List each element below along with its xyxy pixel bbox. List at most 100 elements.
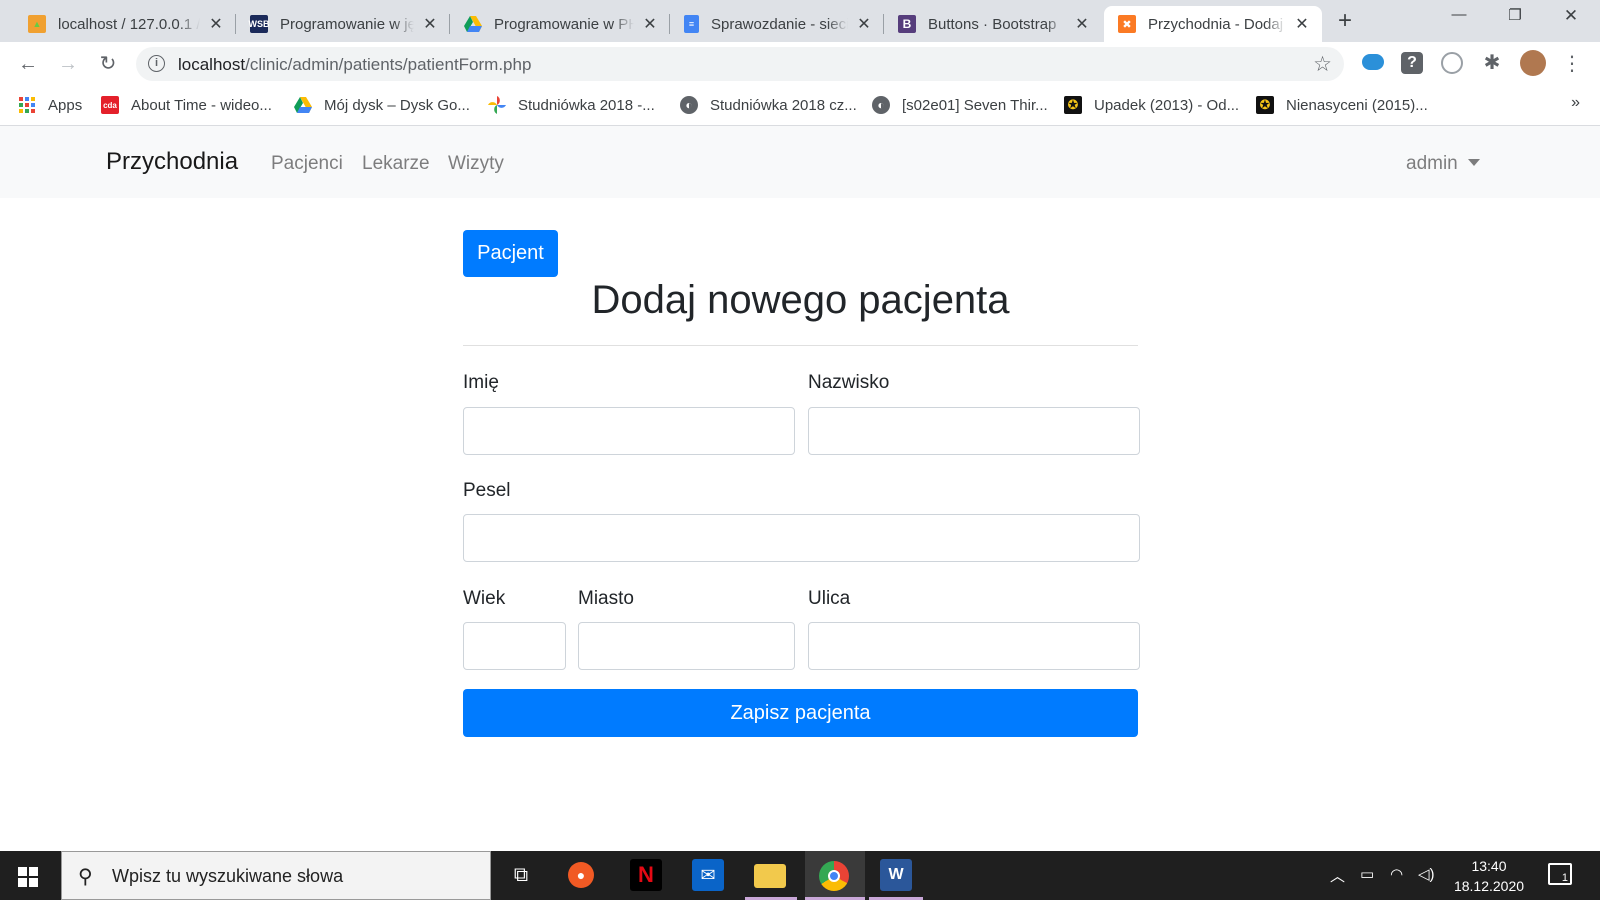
cda-icon: cda <box>101 96 119 114</box>
bookmarks-overflow-icon[interactable]: » <box>1571 94 1580 112</box>
wsb-icon: WSB <box>249 15 270 33</box>
battery-icon[interactable]: ▭ <box>1360 865 1374 883</box>
bookmark-item[interactable]: ✪ Upadek (2013) - Od... <box>1064 96 1239 114</box>
bookmark-star-icon[interactable]: ☆ <box>1313 52 1332 77</box>
imie-label: Imię <box>463 372 499 393</box>
notification-center-icon[interactable]: 1 <box>1548 863 1572 885</box>
chrome-icon[interactable] <box>819 861 849 891</box>
bookmark-label: Studniówka 2018 cz... <box>710 96 857 114</box>
window-close-icon[interactable]: ✕ <box>1556 6 1586 26</box>
bookmark-label: Upadek (2013) - Od... <box>1094 96 1240 114</box>
onedrive-icon[interactable] <box>1362 54 1384 70</box>
tab-title: Programowanie w języ <box>280 15 414 33</box>
bookmark-item[interactable]: cda About Time - wideo... <box>101 96 272 114</box>
wiek-label: Wiek <box>463 588 506 609</box>
close-icon[interactable]: ✕ <box>640 14 660 34</box>
bookmark-item[interactable]: Apps <box>18 96 82 114</box>
pesel-field[interactable] <box>463 514 1140 562</box>
task-view-icon[interactable]: ⧉ <box>505 859 537 891</box>
back-arrow-icon[interactable]: ← <box>16 52 40 76</box>
extensions-puzzle-icon[interactable]: ✱ <box>1481 52 1503 74</box>
caret-down-icon <box>1467 159 1480 166</box>
ulica-field[interactable] <box>808 622 1140 670</box>
origin-icon[interactable]: ● <box>568 862 594 888</box>
help-extension-icon[interactable]: ? <box>1401 52 1423 74</box>
bookmark-item[interactable]: ✪ Nienasyceni (2015)... <box>1256 96 1428 114</box>
user-name: admin <box>1406 153 1458 174</box>
nav-link-pacjenci[interactable]: Pacjenci <box>271 153 343 175</box>
save-patient-button[interactable]: Zapisz pacjenta <box>463 689 1138 737</box>
browser-tab-active[interactable]: ✖ Przychodnia - Dodaj ✕ <box>1104 6 1322 42</box>
phpmyadmin-icon: ▲ <box>28 15 46 33</box>
tab-title: Buttons · Bootstrap <box>928 15 1057 33</box>
wifi-icon[interactable]: ◠ <box>1390 865 1403 883</box>
clock-date: 18.12.2020 <box>1453 878 1525 894</box>
url-host: localhost <box>178 55 246 74</box>
close-icon[interactable]: ✕ <box>854 14 874 34</box>
url-path: /clinic/admin/patients/patientForm.php <box>245 55 532 74</box>
search-icon: ⚲ <box>78 866 93 888</box>
restore-icon[interactable]: ❐ <box>1500 6 1530 24</box>
new-tab-button[interactable]: + <box>1338 9 1352 33</box>
forward-arrow-icon[interactable]: → <box>56 52 80 76</box>
bookmark-item[interactable]: Mój dysk – Dysk Go... <box>294 96 470 114</box>
miasto-field[interactable] <box>578 622 795 670</box>
close-icon[interactable]: ✕ <box>1292 14 1312 34</box>
browser-tab[interactable]: ≡ Sprawozdanie - sieci ✕ <box>670 6 884 42</box>
bookmark-item[interactable]: ◐ Studniówka 2018 cz... <box>680 96 857 114</box>
address-bar[interactable]: i localhost/clinic/admin/patients/patien… <box>136 47 1344 81</box>
nav-link-wizyty[interactable]: Wizyty <box>448 153 504 175</box>
mail-icon[interactable]: ✉ <box>692 859 724 891</box>
bookmark-label: Mój dysk – Dysk Go... <box>324 96 470 114</box>
wiek-field[interactable] <box>463 622 566 670</box>
clock-time: 13:40 <box>1471 858 1507 874</box>
close-icon[interactable]: ✕ <box>1072 14 1092 34</box>
reload-icon[interactable]: ↻ <box>96 52 120 76</box>
pesel-label: Pesel <box>463 480 511 501</box>
imie-field[interactable] <box>463 407 795 455</box>
extension-circle-icon[interactable] <box>1441 52 1463 74</box>
pacjent-button[interactable]: Pacjent <box>463 230 558 277</box>
user-dropdown-toggle[interactable]: admin <box>1406 153 1480 175</box>
netflix-icon[interactable]: N <box>630 859 662 891</box>
nazwisko-field[interactable] <box>808 407 1140 455</box>
word-icon[interactable]: W <box>880 859 912 891</box>
bookmark-label: About Time - wideo... <box>131 96 272 114</box>
browser-tab[interactable]: WSB Programowanie w języ ✕ <box>236 6 450 42</box>
navbar-brand[interactable]: Przychodnia <box>106 148 238 176</box>
minimize-icon[interactable]: — <box>1444 6 1474 23</box>
volume-icon[interactable]: ◁) <box>1418 865 1435 883</box>
browser-menu-icon[interactable]: ⋮ <box>1560 52 1584 76</box>
google-docs-icon: ≡ <box>684 15 699 33</box>
bookmark-label: Nienasyceni (2015)... <box>1286 96 1428 114</box>
taskbar-search-box[interactable]: ⚲ Wpisz tu wyszukiwane słowa <box>61 851 491 900</box>
browser-tab[interactable]: Programowanie w PHP ✕ <box>450 6 670 42</box>
close-icon[interactable]: ✕ <box>206 14 226 34</box>
film-reel-icon: ✪ <box>1064 96 1082 114</box>
apps-grid-icon <box>18 96 36 114</box>
bookmark-item[interactable]: Studniówka 2018 -... <box>488 96 655 114</box>
google-drive-icon <box>294 96 312 114</box>
file-explorer-icon[interactable] <box>754 864 786 888</box>
browser-toolbar: ← → ↻ i localhost/clinic/admin/patients/… <box>0 42 1600 86</box>
close-icon[interactable]: ✕ <box>420 14 440 34</box>
google-photos-icon <box>488 96 506 114</box>
site-info-icon[interactable]: i <box>148 55 165 72</box>
app-navbar: Przychodnia Pacjenci Lekarze Wizyty admi… <box>0 126 1600 198</box>
url-text[interactable]: localhost/clinic/admin/patients/patientF… <box>178 55 531 75</box>
taskbar-search-placeholder: Wpisz tu wyszukiwane słowa <box>112 866 344 886</box>
bookmark-label: Apps <box>48 96 83 114</box>
bookmark-label: [s02e01] Seven Thir... <box>902 96 1048 114</box>
browser-tab[interactable]: B Buttons · Bootstrap ✕ <box>884 6 1102 42</box>
film-reel-icon: ✪ <box>1256 96 1274 114</box>
windows-start-icon[interactable] <box>18 867 38 887</box>
bookmarks-bar: Apps cda About Time - wideo... Mój dysk … <box>0 86 1600 126</box>
tab-title: Sprawozdanie - sieci <box>711 15 848 33</box>
show-hidden-icons-icon[interactable]: ︿ <box>1330 865 1345 886</box>
avatar[interactable] <box>1520 50 1546 76</box>
bookmark-item[interactable]: ◐ [s02e01] Seven Thir... <box>872 96 1048 114</box>
nazwisko-label: Nazwisko <box>808 372 890 393</box>
nav-link-lekarze[interactable]: Lekarze <box>362 153 430 175</box>
browser-tab[interactable]: ▲ localhost / 127.0.0.1 / ✕ <box>14 6 236 42</box>
system-clock[interactable]: 13:40 18.12.2020 <box>1444 856 1534 896</box>
